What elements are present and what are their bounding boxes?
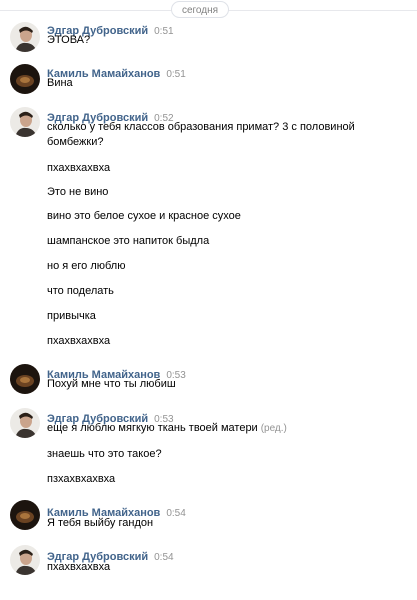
avatar-edgar[interactable] <box>10 107 40 137</box>
message-text: но я его люблю <box>47 260 126 272</box>
date-pill: сегодня <box>171 1 229 18</box>
message-text: знаешь что это такое? <box>47 448 162 460</box>
message-text: еще я люблю мягкую ткань твоей матери (ре… <box>47 421 407 436</box>
message-text: пзхахвхахвха <box>47 473 116 485</box>
date-divider: сегодня <box>0 0 417 20</box>
message-text: сколько у тебя классов образования прима… <box>47 121 355 148</box>
message-text-content: еще я люблю мягкую ткань твоей матери <box>47 422 258 434</box>
avatar-edgar[interactable] <box>10 408 40 438</box>
message-text: шампанское это напиток быдла <box>47 235 210 247</box>
message-text: пхахвхахвха <box>47 335 111 347</box>
message-text: вино это белое сухое и красное сухое <box>47 210 241 222</box>
avatar-edgar[interactable] <box>10 545 40 575</box>
message-text: Похуй мне что ты любиш <box>47 378 176 390</box>
edited-label[interactable]: (ред.) <box>261 423 287 434</box>
message-text: пхахвхахвха <box>47 162 111 174</box>
avatar-kamil[interactable] <box>10 64 40 94</box>
message-text: что поделать <box>47 285 114 297</box>
message-text: привычка <box>47 310 96 322</box>
message-text: ЭТОВА? <box>47 34 91 46</box>
avatar-kamil[interactable] <box>10 364 40 394</box>
avatar-edgar[interactable] <box>10 22 40 52</box>
message-text: Я тебя выйбу гандон <box>47 517 154 529</box>
avatar-kamil[interactable] <box>10 500 40 530</box>
message-text: пхахвхахвха <box>47 561 111 573</box>
message-text: Вина <box>47 77 73 89</box>
message-text: Это не вино <box>47 186 109 198</box>
